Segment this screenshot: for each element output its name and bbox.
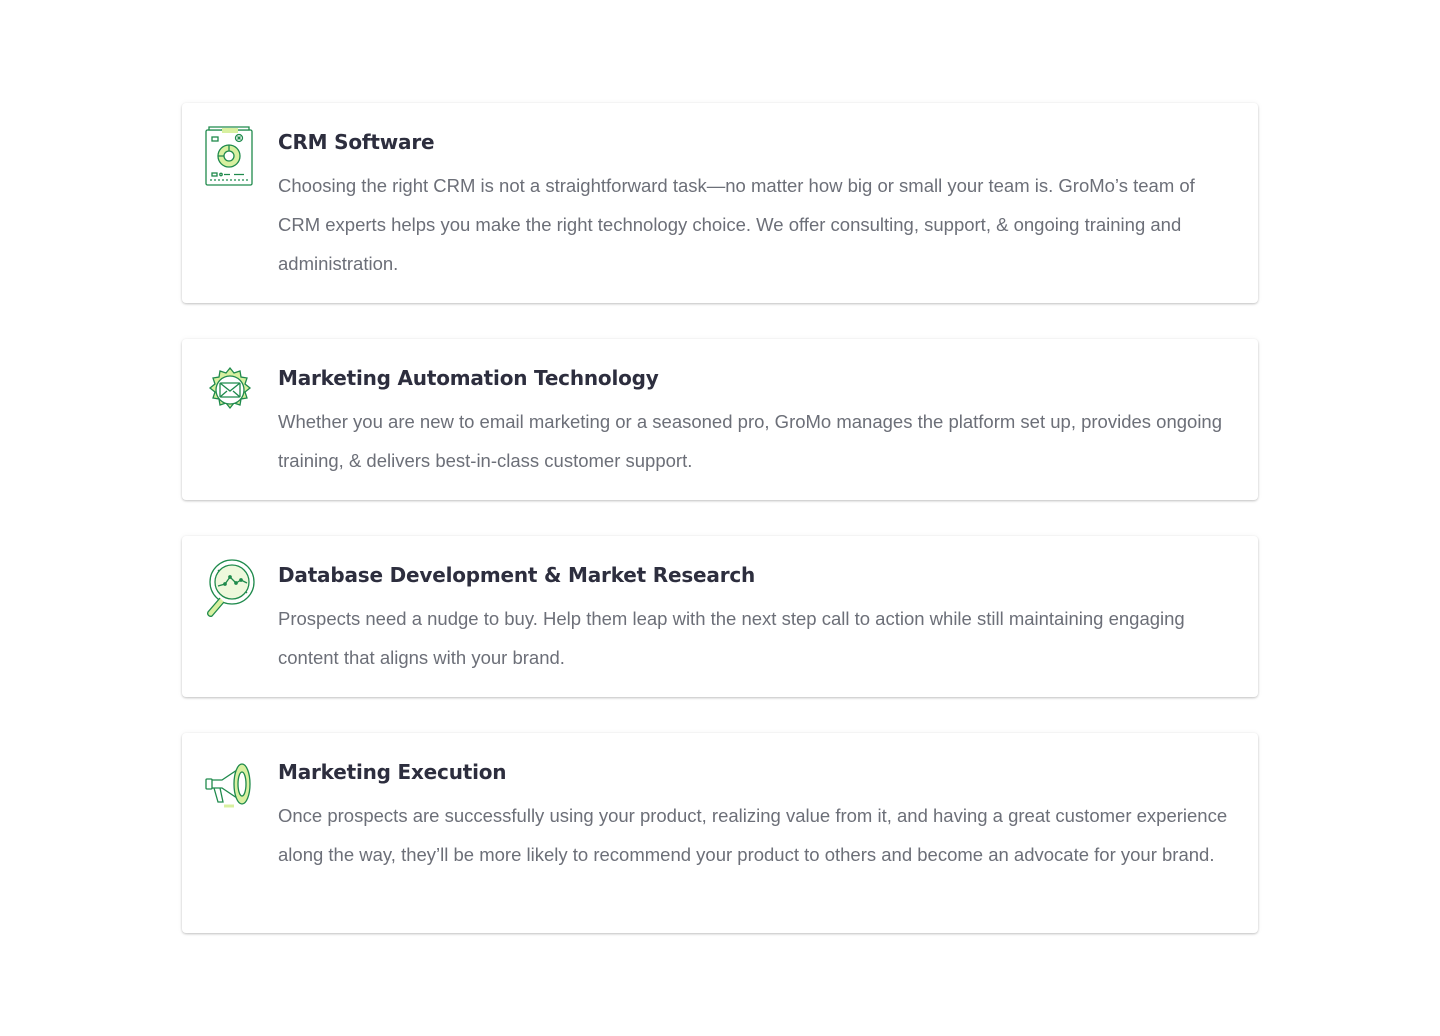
service-card-marketing-execution: Marketing Execution Once prospects are s… [182,733,1258,933]
services-list: CRM Software Choosing the right CRM is n… [182,103,1258,969]
service-title: CRM Software [278,130,435,154]
service-card-database-development: Database Development & Market Research P… [182,536,1258,697]
service-title: Database Development & Market Research [278,563,756,587]
email-gear-icon [204,361,256,423]
service-title: Marketing Automation Technology [278,366,659,390]
service-description: Prospects need a nudge to buy. Help them… [278,608,1185,668]
service-description: Once prospects are successfully using yo… [278,805,1228,865]
crm-report-icon [204,125,256,187]
service-card-crm-software: CRM Software Choosing the right CRM is n… [182,103,1258,303]
service-title: Marketing Execution [278,760,507,784]
magnifier-chart-icon [204,558,256,620]
service-description: Choosing the right CRM is not a straight… [278,175,1195,274]
service-description: Whether you are new to email marketing o… [278,411,1223,471]
megaphone-icon [204,755,256,817]
service-card-marketing-automation: Marketing Automation Technology Whether … [182,339,1258,500]
